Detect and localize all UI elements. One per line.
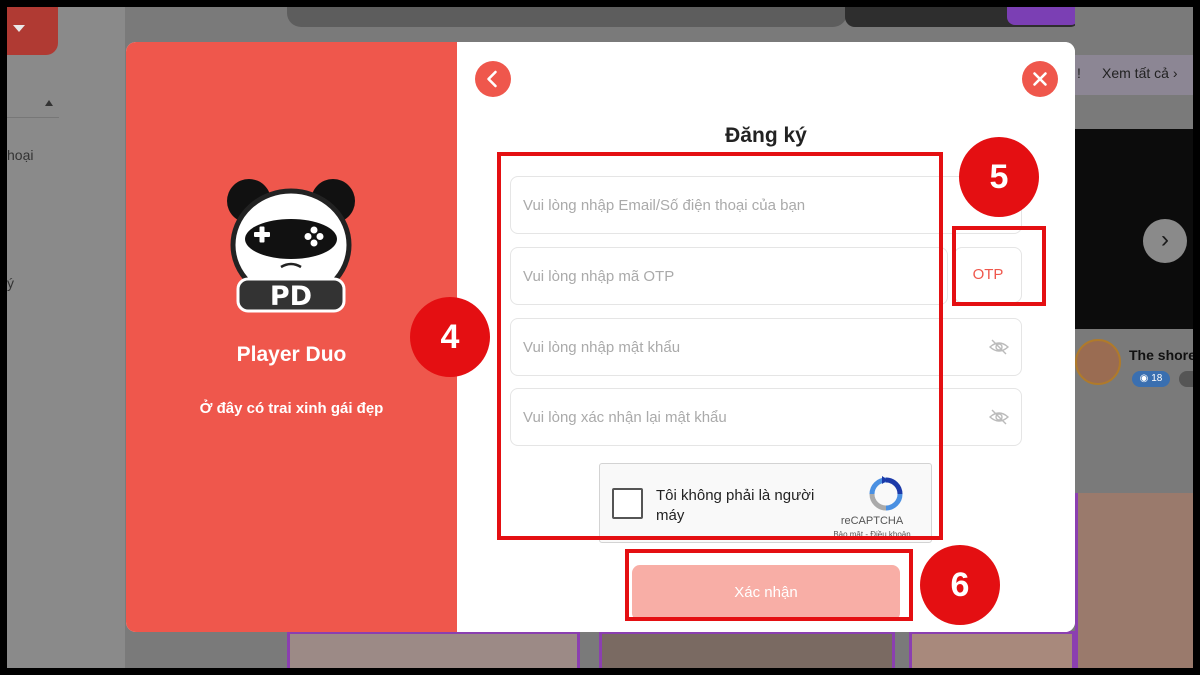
view-all-link[interactable]: Xem tất cả › <box>1102 65 1177 81</box>
back-button[interactable] <box>475 61 511 97</box>
player-duo-logo-icon: PD <box>227 179 355 313</box>
chevron-right-icon: › <box>1161 226 1169 253</box>
background-menu-button[interactable] <box>7 7 58 55</box>
eye-off-icon[interactable] <box>989 338 1009 356</box>
close-icon <box>1033 72 1047 86</box>
highlight-form-fields <box>497 152 943 540</box>
caret-down-icon <box>13 25 25 32</box>
background-photo <box>599 631 895 668</box>
brand-tagline: Ở đây có trai xinh gái đẹp <box>199 400 384 417</box>
badge-icon: ◉ <box>1139 373 1149 384</box>
step-marker-5: 5 <box>959 137 1039 217</box>
background-photo <box>287 631 580 668</box>
background-section-text: ! <box>1077 65 1081 81</box>
background-photo <box>1075 493 1193 668</box>
close-button[interactable] <box>1022 61 1058 97</box>
background-banner <box>287 7 847 27</box>
background-photo <box>909 631 1075 668</box>
eye-off-icon[interactable] <box>989 408 1009 426</box>
chevron-right-icon: › <box>1172 65 1178 81</box>
caret-up-icon <box>45 100 53 106</box>
sidebar-divider <box>7 117 59 118</box>
level-badge: ◉ 18 <box>1132 371 1170 387</box>
verified-icon <box>1179 371 1193 387</box>
screenshot-frame: hoại ý ! Xem tất cả › › The shore ◉ 18 P… <box>7 7 1193 668</box>
svg-text:PD: PD <box>270 281 312 312</box>
avatar[interactable] <box>1075 339 1121 385</box>
carousel-next-button[interactable]: › <box>1143 219 1187 263</box>
background-sidebar <box>7 7 125 668</box>
highlight-confirm-button <box>625 549 913 621</box>
featured-player-name[interactable]: The shore <box>1129 347 1193 363</box>
sidebar-item-label: ý <box>7 275 14 291</box>
highlight-otp-button <box>952 226 1046 306</box>
chevron-left-icon <box>487 70 497 88</box>
brand-name: Player Duo <box>236 343 347 366</box>
step-marker-6: 6 <box>920 545 1000 625</box>
step-marker-4: 4 <box>410 297 490 377</box>
modal-brand-panel: PD Player Duo Ở đây có trai xinh gái đẹp <box>126 42 457 632</box>
background-purple-card <box>1007 7 1079 25</box>
sidebar-item-label: hoại <box>7 147 34 163</box>
